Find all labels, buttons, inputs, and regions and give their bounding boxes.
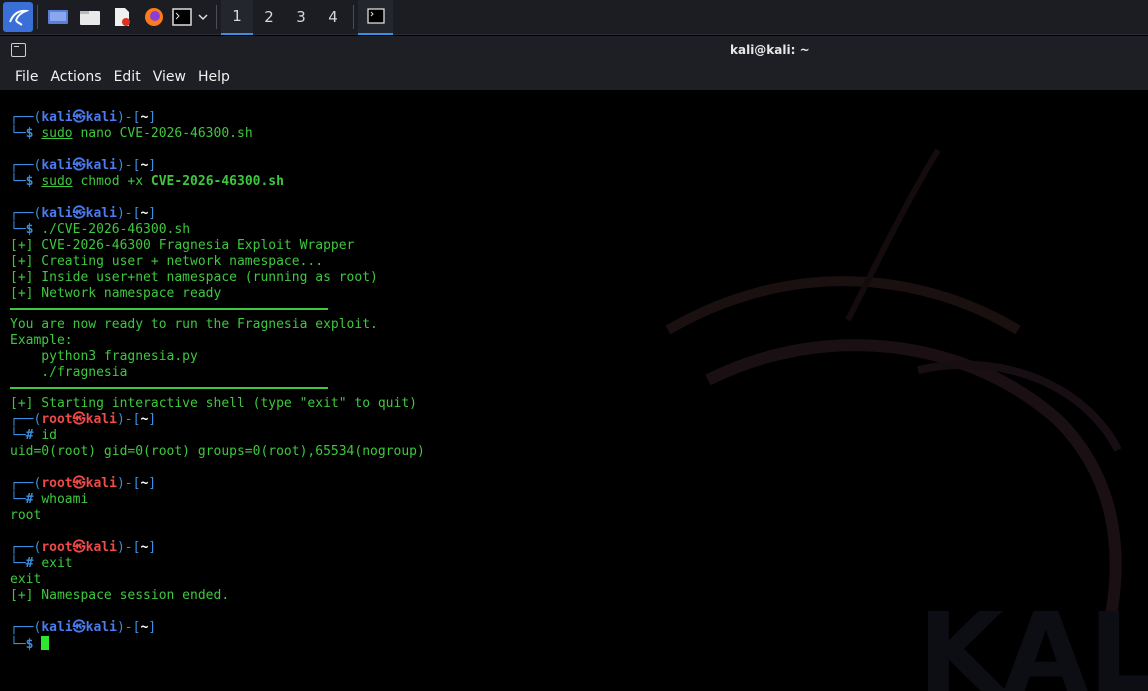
taskbar-separator [37,5,38,29]
output-line: You are now ready to run the Fragnesia e… [10,317,378,332]
command-line: └─$ sudo nano CVE-2026-46300.sh [10,126,253,141]
active-command-line[interactable]: └─$ [10,636,425,652]
svg-text:KALI: KALI [918,589,1148,691]
terminal-window-button[interactable] [358,0,393,35]
root-prompt-line: ┌──(root㉿kali)-[~] [10,476,157,491]
text-cursor [41,636,50,650]
prompt-line: ┌──(kali㉿kali)-[~] [10,620,157,635]
output-line: ./fragnesia [10,365,128,380]
window-title: kali@kali: ~ [730,43,810,57]
kali-menu-icon[interactable] [3,2,33,32]
firefox-icon[interactable] [138,0,170,35]
workspace-2[interactable]: 2 [253,0,285,35]
kali-dragon-watermark: KALI [665,148,1148,691]
menu-file[interactable]: File [9,69,44,85]
root-prompt-line: ┌──(root㉿kali)-[~] [10,540,157,555]
taskbar-separator [353,5,354,29]
menu-actions[interactable]: Actions [44,69,107,85]
output-line: [+] Inside user+net namespace (running a… [10,270,378,285]
file-manager-icon[interactable] [74,0,106,35]
output-line: Example: [10,333,73,348]
terminal-output: ┌──(kali㉿kali)-[~] └─$ sudo nano CVE-202… [10,110,425,652]
chevron-down-icon[interactable] [194,0,212,35]
menu-view[interactable]: View [147,69,192,85]
root-prompt-line: ┌──(root㉿kali)-[~] [10,412,157,427]
taskbar-separator [216,5,217,29]
prompt-line: ┌──(kali㉿kali)-[~] [10,206,157,221]
taskbar: 1 2 3 4 [0,0,1148,35]
output-line: uid=0(root) gid=0(root) groups=0(root),6… [10,444,425,459]
workspace-1[interactable]: 1 [221,0,253,35]
prompt-line: ┌──(kali㉿kali)-[~] [10,110,157,125]
command-line: └─$ ./CVE-2026-46300.sh [10,222,191,237]
root-command-line: └─# exit [10,556,73,571]
window-titlebar[interactable]: kali@kali: ~ [0,36,1148,64]
terminal-launcher-icon[interactable] [170,0,194,35]
root-command-line: └─# whoami [10,492,89,507]
menubar: File Actions Edit View Help [0,64,1148,90]
workspace-3[interactable]: 3 [285,0,317,35]
text-editor-icon[interactable] [106,0,138,35]
separator-rule [10,387,328,389]
output-line: root [10,508,42,523]
prompt-line: ┌──(kali㉿kali)-[~] [10,158,157,173]
show-desktop-icon[interactable] [42,0,74,35]
output-line: [+] Starting interactive shell (type "ex… [10,396,417,411]
menu-help[interactable]: Help [192,69,236,85]
terminal-area[interactable]: KALI ┌──(kali㉿kali)-[~] └─$ sudo nano CV… [5,90,1148,691]
output-line: [+] Creating user + network namespace... [10,254,324,269]
output-line: [+] Namespace session ended. [10,588,230,603]
command-line: └─$ sudo chmod +x CVE-2026-46300.sh [10,174,284,189]
output-line: [+] CVE-2026-46300 Fragnesia Exploit Wra… [10,238,355,253]
output-line: python3 fragnesia.py [10,349,198,364]
root-command-line: └─# id [10,428,57,443]
output-line: [+] Network namespace ready [10,286,222,301]
separator-rule [10,308,328,310]
workspace-4[interactable]: 4 [317,0,349,35]
menu-edit[interactable]: Edit [108,69,147,85]
output-line: exit [10,572,42,587]
